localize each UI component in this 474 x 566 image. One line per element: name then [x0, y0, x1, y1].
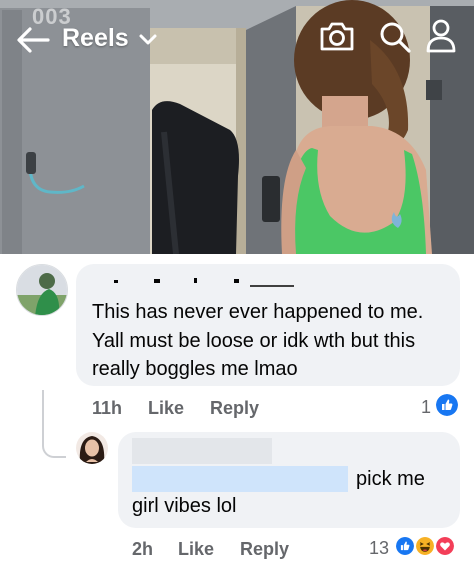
avatar[interactable]	[16, 264, 68, 316]
camera-icon[interactable]	[318, 20, 356, 52]
comment-text: This has never ever happened to me. Yall…	[92, 301, 424, 380]
search-icon[interactable]	[378, 20, 412, 54]
like-reaction-icon[interactable]	[436, 394, 458, 416]
like-button[interactable]: Like	[178, 539, 214, 560]
reel-video[interactable]: 003 Reels	[0, 0, 474, 254]
like-reaction-icon[interactable]	[394, 535, 416, 557]
reply-time[interactable]: 2h	[132, 539, 153, 560]
reply-text-line1: pick me	[356, 468, 425, 490]
reply-button[interactable]: Reply	[240, 539, 289, 560]
avatar[interactable]	[76, 432, 108, 464]
comment-time[interactable]: 11h	[92, 398, 122, 419]
love-reaction-icon[interactable]	[434, 535, 456, 557]
reply-button[interactable]: Reply	[210, 398, 259, 419]
reply-bubble[interactable]: pick me girl vibes lol	[118, 432, 460, 528]
like-button[interactable]: Like	[148, 398, 184, 419]
reels-top-bar: Reels	[0, 0, 474, 80]
reaction-count[interactable]: 13	[369, 538, 389, 559]
redacted-mention	[132, 466, 348, 492]
redacted-name	[132, 438, 272, 464]
reply-thread-line	[42, 390, 66, 458]
reply-text-line2: girl vibes lol	[132, 495, 237, 517]
profile-icon[interactable]	[424, 18, 458, 54]
comment-bubble[interactable]: This has never ever happened to me. Yall…	[76, 264, 460, 386]
redacted-name	[114, 278, 294, 287]
haha-reaction-icon[interactable]	[414, 535, 436, 557]
chevron-down-icon[interactable]	[138, 33, 158, 47]
reels-title[interactable]: Reels	[62, 24, 129, 53]
reaction-count[interactable]: 1	[421, 397, 431, 418]
back-arrow-icon[interactable]	[16, 26, 50, 54]
